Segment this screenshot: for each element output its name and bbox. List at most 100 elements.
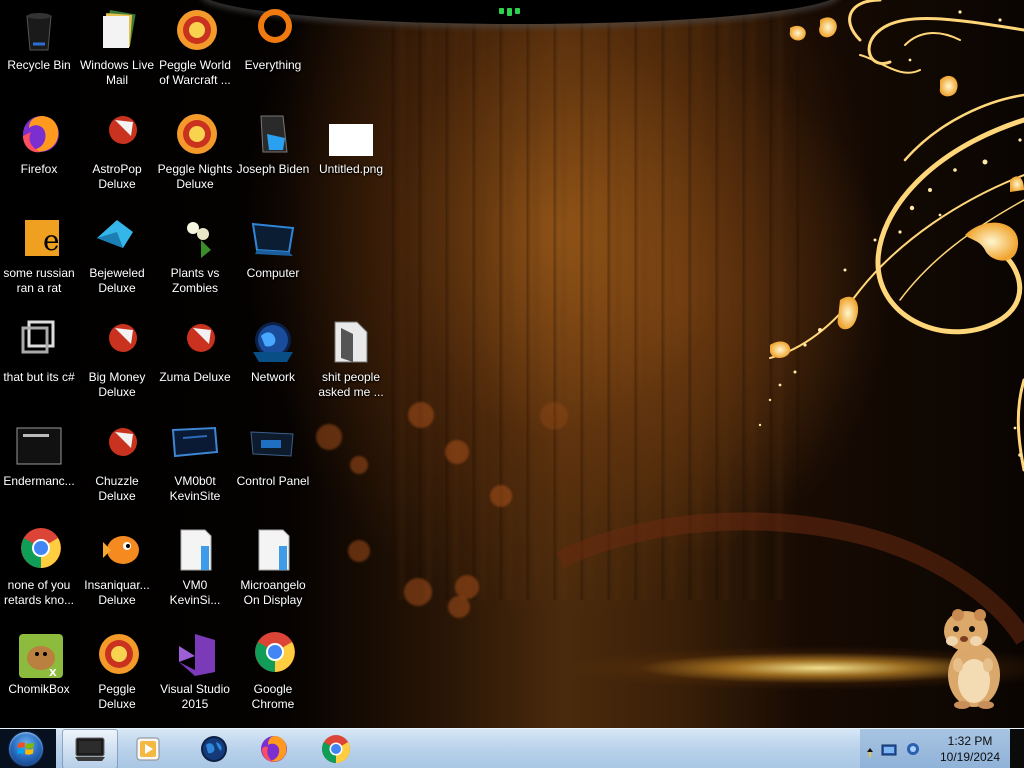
- desktop-icon-network[interactable]: Network: [234, 312, 312, 412]
- folder-icon: [327, 318, 375, 366]
- control-panel-icon: [249, 422, 297, 470]
- desktop-icon-label: Zuma Deluxe: [159, 370, 231, 384]
- desktop-icon-label: Bejeweled Deluxe: [89, 266, 145, 295]
- document-icon: [171, 526, 219, 574]
- desktop-icon-some-russian-ran-a-rat[interactable]: e some russian ran a rat: [0, 208, 78, 308]
- game-icon: [171, 318, 219, 366]
- desktop-icon-peggle-world-of-warcraft[interactable]: Peggle World of Warcraft ...: [156, 0, 234, 100]
- chrome-icon: [15, 526, 63, 574]
- desktop-icon-label: Untitled.png: [318, 162, 384, 176]
- recycle-bin-icon: [15, 6, 63, 54]
- desktop-icon-label: Everything: [244, 58, 302, 72]
- clock-date: 10/19/2024: [939, 750, 1001, 764]
- desktop-icon-none-of-you-retards[interactable]: none of you retards kno...: [0, 520, 78, 620]
- desktop-icon-insaniquarium-deluxe[interactable]: Insaniquar... Deluxe: [78, 520, 156, 620]
- desktop-icon-chomikbox[interactable]: X ChomikBox: [0, 624, 78, 724]
- desktop-icon-label: Peggle Deluxe: [98, 682, 136, 711]
- taskbar-chrome-button[interactable]: [308, 729, 364, 768]
- gem-icon: [93, 214, 141, 262]
- document-icon: [249, 526, 297, 574]
- hamster-app-icon: X: [15, 630, 63, 678]
- desktop-icon-label: Big Money Deluxe: [88, 370, 146, 399]
- desktop-icon-endermanch[interactable]: Endermanc...: [0, 416, 78, 516]
- desktop-icon-firefox[interactable]: Firefox: [0, 104, 78, 204]
- user-folder-icon: [249, 110, 297, 158]
- firefox-icon: [261, 736, 287, 762]
- console-icon: [15, 422, 63, 470]
- desktop-icon-astropop-deluxe[interactable]: AstroPop Deluxe: [78, 104, 156, 204]
- globe-icon: [201, 736, 227, 762]
- desktop-icon-label: Network: [250, 370, 295, 384]
- desktop-icon-label: Visual Studio 2015: [160, 682, 230, 711]
- desktop-icon-joseph-biden[interactable]: Joseph Biden: [234, 104, 312, 204]
- desktop-icon-grid: Recycle Bin Windows Live Mail Peggle World…: [0, 0, 400, 728]
- desktop-icon-shit-people-asked-me[interactable]: shit people asked me ...: [312, 312, 390, 412]
- desktop-icon-label: none of you retards kno...: [3, 578, 75, 607]
- show-desktop-button[interactable]: [1010, 729, 1024, 768]
- desktop-icon-peggle-nights-deluxe[interactable]: Peggle Nights Deluxe: [156, 104, 234, 204]
- volume-tray-icon[interactable]: [906, 741, 920, 761]
- show-hidden-icons-icon[interactable]: [866, 742, 874, 761]
- desktop-icon-label: Plants vs Zombies: [170, 266, 220, 295]
- start-button[interactable]: [8, 731, 44, 767]
- desktop-icon-label: Google Chrome: [251, 682, 295, 711]
- desktop-icon-plants-vs-zombies[interactable]: Plants vs Zombies: [156, 208, 234, 308]
- desktop-icon-label: AstroPop Deluxe: [92, 162, 142, 191]
- desktop-icon-label: VM0 KevinSi...: [169, 578, 221, 607]
- desktop-icon-windows-live-mail[interactable]: Windows Live Mail: [78, 0, 156, 100]
- desktop-icon-chuzzle-deluxe[interactable]: Chuzzle Deluxe: [78, 416, 156, 516]
- desktop-icon-computer[interactable]: Computer: [234, 208, 312, 308]
- visual-studio-icon: [171, 630, 219, 678]
- image-file-icon: [327, 110, 375, 158]
- start-area: [0, 729, 56, 768]
- desktop-icon-zuma-deluxe[interactable]: Zuma Deluxe: [156, 312, 234, 412]
- desktop-icon-label: Peggle World of Warcraft ...: [159, 58, 231, 87]
- windows-logo-icon: [17, 742, 34, 755]
- peggle-icon: [171, 6, 219, 54]
- search-app-icon: [249, 6, 297, 54]
- taskbar-network-app-button[interactable]: [186, 729, 242, 768]
- hamster-desktop-pet[interactable]: [940, 605, 1006, 709]
- desktop-icon-label: some russian ran a rat: [3, 266, 75, 295]
- desktop-icon-peggle-deluxe[interactable]: Peggle Deluxe: [78, 624, 156, 724]
- desktop-icon-everything[interactable]: Everything: [234, 0, 312, 100]
- desktop-icon-bejeweled-deluxe[interactable]: Bejeweled Deluxe: [78, 208, 156, 308]
- desktop-icon-visual-studio-2015[interactable]: Visual Studio 2015: [156, 624, 234, 724]
- game-icon: [93, 110, 141, 158]
- desktop-icon-vm0b0t-kevinsite[interactable]: VM0b0t KevinSite: [156, 416, 234, 516]
- desktop-icon-label: Joseph Biden: [236, 162, 310, 176]
- desktop-icon-label: Peggle Nights Deluxe: [157, 162, 233, 191]
- fish-icon: [93, 526, 141, 574]
- desktop-icon-that-but-its-csharp[interactable]: that but its c#: [0, 312, 78, 412]
- taskbar-firefox-button[interactable]: [246, 729, 302, 768]
- desktop-icon-big-money-deluxe[interactable]: Big Money Deluxe: [78, 312, 156, 412]
- desktop-icon-label: Windows Live Mail: [79, 58, 155, 87]
- desktop-icon-google-chrome[interactable]: Google Chrome: [234, 624, 312, 724]
- game-icon: [93, 318, 141, 366]
- desktop-icon-recycle-bin[interactable]: Recycle Bin: [0, 0, 78, 100]
- taskbar-clock[interactable]: 1:32 PM 10/19/2024: [930, 733, 1010, 765]
- desktop-icon-label: Computer: [246, 266, 300, 280]
- desktop-icon-label: Chuzzle Deluxe: [95, 474, 139, 503]
- clock-time: 1:32 PM: [947, 734, 993, 748]
- system-tray: 1:32 PM 10/19/2024: [860, 729, 1024, 768]
- firefox-icon: [15, 110, 63, 158]
- network-tray-icon[interactable]: [881, 742, 899, 761]
- plant-icon: [171, 214, 219, 262]
- desktop-icon-label: Insaniquar... Deluxe: [84, 578, 150, 607]
- taskbar-media-player-button[interactable]: [120, 729, 176, 768]
- monitor-icon: [171, 422, 219, 470]
- peggle-icon: [93, 630, 141, 678]
- desktop-icon-label: Firefox: [20, 162, 58, 176]
- desktop-icon-label: VM0b0t KevinSite: [169, 474, 221, 503]
- taskbar-explorer-button[interactable]: [62, 729, 118, 768]
- desktop-icon-label: shit people asked me ...: [318, 370, 384, 399]
- desktop-icon-control-panel[interactable]: Control Panel: [234, 416, 312, 516]
- desktop-icon-untitled-png[interactable]: Untitled.png: [312, 104, 390, 204]
- chrome-icon: [249, 630, 297, 678]
- explorer-window-icon: [75, 737, 105, 761]
- network-globe-icon: [249, 318, 297, 366]
- desktop-icon-vm0-kevinsi[interactable]: VM0 KevinSi...: [156, 520, 234, 620]
- desktop-icon-microangelo-on-display[interactable]: Microangelo On Display: [234, 520, 312, 620]
- mail-icon: [93, 6, 141, 54]
